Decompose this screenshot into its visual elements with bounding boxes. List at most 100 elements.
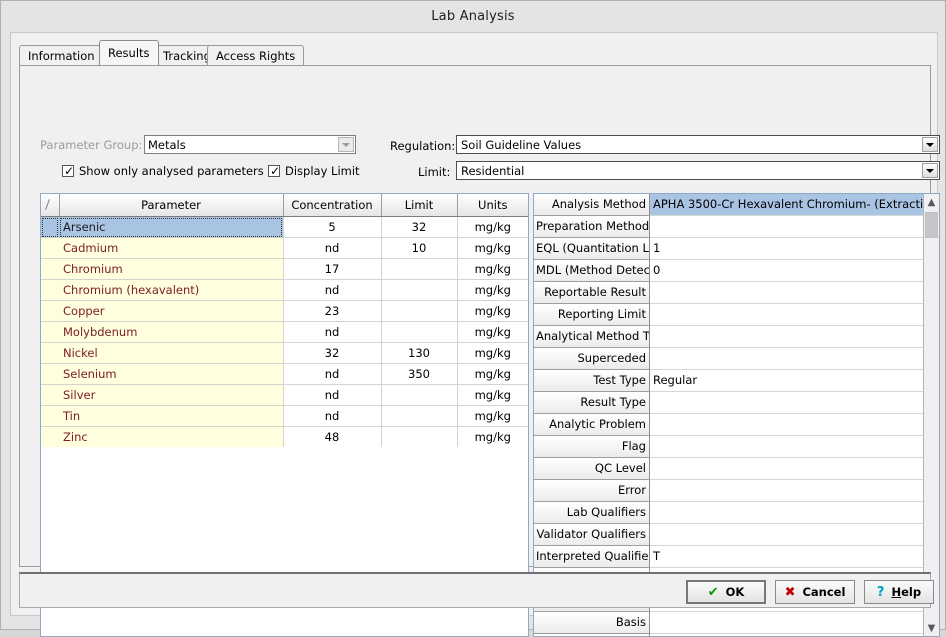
property-row[interactable]: Result Type <box>534 392 923 414</box>
cell-units[interactable]: mg/kg <box>457 280 528 301</box>
parameter-group-select[interactable]: Metals <box>144 135 356 154</box>
cell-concentration[interactable]: nd <box>283 406 381 427</box>
property-row[interactable]: Basis <box>534 612 923 634</box>
property-row[interactable]: Preparation Method <box>534 216 923 238</box>
property-row[interactable] <box>534 634 923 636</box>
property-value[interactable] <box>650 348 923 370</box>
cell-parameter[interactable]: Zinc <box>59 427 283 448</box>
column-header-parameter[interactable]: Parameter <box>59 194 283 217</box>
cell-limit[interactable] <box>381 427 457 448</box>
property-row[interactable]: MDL (Method Detection0 <box>534 260 923 282</box>
property-value[interactable]: T <box>650 546 923 568</box>
table-row[interactable]: Cadmiumnd10mg/kg <box>41 238 528 259</box>
cell-concentration[interactable]: 48 <box>283 427 381 448</box>
chevron-up-icon[interactable]: ▲ <box>924 194 939 210</box>
cell-concentration[interactable]: 5 <box>283 217 381 238</box>
cell-units[interactable]: mg/kg <box>457 343 528 364</box>
cell-units[interactable]: mg/kg <box>457 406 528 427</box>
cell-parameter[interactable]: Molybdenum <box>59 322 283 343</box>
property-row[interactable]: Reporting Limit <box>534 304 923 326</box>
property-value[interactable] <box>650 392 923 414</box>
table-row[interactable]: Seleniumnd350mg/kg <box>41 364 528 385</box>
limit-select[interactable]: Residential <box>456 161 940 180</box>
table-row[interactable]: Molybdenumnd mg/kg <box>41 322 528 343</box>
cell-limit[interactable] <box>381 406 457 427</box>
property-row[interactable]: Flag <box>534 436 923 458</box>
cell-parameter[interactable]: Chromium (hexavalent) <box>59 280 283 301</box>
property-value[interactable] <box>650 282 923 304</box>
property-row[interactable]: Analytic Problem <box>534 414 923 436</box>
property-value[interactable] <box>650 304 923 326</box>
property-value[interactable] <box>650 326 923 348</box>
table-row[interactable]: Tinnd mg/kg <box>41 406 528 427</box>
property-row[interactable]: Reportable Result <box>534 282 923 304</box>
tab-access-rights[interactable]: Access Rights <box>207 45 304 65</box>
display-limit-checkbox[interactable]: ✓ Display Limit <box>268 164 360 178</box>
scrollbar-thumb[interactable] <box>925 212 938 238</box>
cell-concentration[interactable]: 17 <box>283 259 381 280</box>
table-row[interactable]: Zinc48 mg/kg <box>41 427 528 448</box>
chevron-down-icon[interactable] <box>922 163 938 178</box>
property-value[interactable] <box>650 480 923 502</box>
property-value[interactable] <box>650 502 923 524</box>
cell-units[interactable]: mg/kg <box>457 427 528 448</box>
cell-limit[interactable]: 350 <box>381 364 457 385</box>
property-row[interactable]: Interpreted QualifiersT <box>534 546 923 568</box>
cell-units[interactable]: mg/kg <box>457 322 528 343</box>
cancel-button[interactable]: ✖ Cancel <box>775 580 855 604</box>
property-row[interactable]: Validator Qualifiers <box>534 524 923 546</box>
cell-parameter[interactable]: Copper <box>59 301 283 322</box>
cell-parameter[interactable]: Cadmium <box>59 238 283 259</box>
cell-limit[interactable] <box>381 301 457 322</box>
property-row[interactable]: Test TypeRegular <box>534 370 923 392</box>
table-row[interactable]: Silverndmg/kg <box>41 385 528 406</box>
show-only-analysed-checkbox[interactable]: ✓ Show only analysed parameters <box>62 164 264 178</box>
cell-concentration[interactable]: 23 <box>283 301 381 322</box>
cell-limit[interactable] <box>381 280 457 301</box>
cell-parameter[interactable]: Chromium <box>59 259 283 280</box>
cell-units[interactable]: mg/kg <box>457 385 528 406</box>
cell-concentration[interactable]: nd <box>283 364 381 385</box>
property-row[interactable]: QC Level <box>534 458 923 480</box>
cell-units[interactable]: mg/kg <box>457 238 528 259</box>
cell-concentration[interactable]: nd <box>283 238 381 259</box>
property-row[interactable]: EQL (Quantitation Limit)1 <box>534 238 923 260</box>
property-value[interactable]: APHA 3500-Cr Hexavalent Chromium- (Extra… <box>650 194 923 216</box>
cell-limit[interactable] <box>381 259 457 280</box>
chevron-down-icon[interactable]: ▼ <box>924 620 939 636</box>
cell-units[interactable]: mg/kg <box>457 217 528 238</box>
cell-limit[interactable] <box>381 385 457 406</box>
property-row[interactable]: Analysis MethodAPHA 3500-Cr Hexavalent C… <box>534 194 923 216</box>
ok-button[interactable]: ✔ OK <box>686 580 766 604</box>
property-value[interactable]: 1 <box>650 238 923 260</box>
property-row[interactable]: Superceded <box>534 348 923 370</box>
property-grid[interactable]: Analysis MethodAPHA 3500-Cr Hexavalent C… <box>533 193 940 637</box>
tab-information[interactable]: Information <box>19 45 104 65</box>
property-value[interactable]: Regular <box>650 370 923 392</box>
cell-parameter[interactable]: Selenium <box>59 364 283 385</box>
table-row[interactable]: Copper23mg/kg <box>41 301 528 322</box>
tab-results[interactable]: Results <box>99 40 159 65</box>
property-row[interactable]: Lab Qualifiers <box>534 502 923 524</box>
column-header-units[interactable]: Units <box>457 194 528 217</box>
column-header-sort[interactable] <box>41 194 59 217</box>
cell-limit[interactable] <box>381 322 457 343</box>
table-row[interactable]: Chromium17mg/kg <box>41 259 528 280</box>
results-grid[interactable]: Parameter Concentration Limit Units Arse… <box>40 193 529 637</box>
cell-limit[interactable]: 130 <box>381 343 457 364</box>
cell-concentration[interactable]: 32 <box>283 343 381 364</box>
property-value[interactable] <box>650 612 923 634</box>
cell-limit[interactable]: 10 <box>381 238 457 259</box>
cell-parameter[interactable]: Silver <box>59 385 283 406</box>
cell-parameter[interactable]: Arsenic <box>59 217 283 238</box>
property-value[interactable] <box>650 458 923 480</box>
table-row[interactable]: Arsenic532mg/kg <box>41 217 528 238</box>
property-value[interactable] <box>650 436 923 458</box>
property-value[interactable] <box>650 634 923 636</box>
property-grid-scrollbar[interactable]: ▲ ▼ <box>923 194 939 636</box>
cell-concentration[interactable]: nd <box>283 322 381 343</box>
cell-parameter[interactable]: Tin <box>59 406 283 427</box>
cell-parameter[interactable]: Nickel <box>59 343 283 364</box>
cell-concentration[interactable]: nd <box>283 280 381 301</box>
help-button[interactable]: ? Help <box>864 580 934 604</box>
